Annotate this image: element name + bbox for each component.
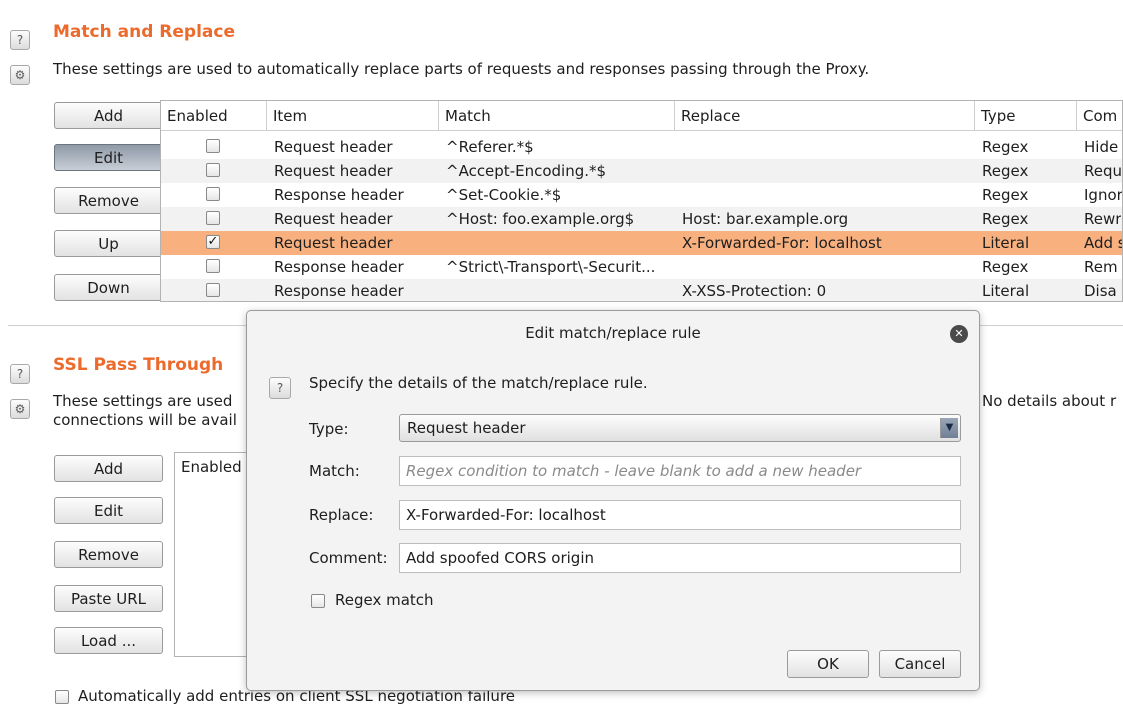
edit-rule-dialog[interactable]: Edit match/replace rule ✕ ? Specify the … [246, 310, 980, 691]
ok-button[interactable]: OK [787, 650, 869, 678]
row-item: Request header [274, 138, 393, 156]
table-row[interactable]: Request header ^Referer.*$ Regex Hide [161, 135, 1122, 159]
auto-add-checkbox[interactable] [55, 690, 69, 704]
dialog-instruction: Specify the details of the match/replace… [309, 374, 648, 392]
table-header: Enabled Item Match Replace Type Com [161, 101, 1122, 131]
rule-enabled-checkbox[interactable] [206, 259, 220, 273]
row-comment: Add s [1084, 234, 1123, 252]
row-match: ^Accept-Encoding.*$ [446, 162, 607, 180]
ssl-add-button[interactable]: Add [54, 455, 163, 482]
column-header-match[interactable]: Match [439, 101, 675, 131]
table-row[interactable]: Request header ^Accept-Encoding.*$ Regex… [161, 159, 1122, 183]
row-match: ^Strict\-Transport\-Securit... [446, 258, 656, 276]
row-item: Request header [274, 234, 393, 252]
ssl-description-line1: These settings are used [53, 392, 233, 410]
column-header-replace[interactable]: Replace [675, 101, 975, 131]
edit-rule-button[interactable]: Edit [54, 144, 163, 171]
rule-enabled-checkbox[interactable] [206, 187, 220, 201]
row-type: Regex [982, 138, 1029, 156]
comment-label: Comment: [309, 549, 388, 567]
help-icon[interactable]: ? [10, 30, 30, 50]
help-icon[interactable]: ? [10, 364, 30, 384]
dialog-title: Edit match/replace rule [525, 324, 701, 342]
column-header-enabled[interactable]: Enabled [161, 101, 267, 131]
row-type: Regex [982, 186, 1029, 204]
column-header-comment[interactable]: Com [1077, 101, 1122, 131]
chevron-down-icon[interactable]: ▼ [940, 418, 958, 438]
move-up-button[interactable]: Up [54, 230, 163, 257]
row-type: Literal [982, 234, 1030, 252]
gear-icon[interactable]: ⚙ [10, 399, 30, 419]
type-label: Type: [309, 420, 349, 438]
ssl-paste-url-button[interactable]: Paste URL [54, 585, 163, 612]
help-icon[interactable]: ? [269, 377, 291, 399]
rule-enabled-checkbox-checked[interactable]: ✓ [206, 235, 220, 249]
table-row[interactable]: Request header ^Host: foo.example.org$ H… [161, 207, 1122, 231]
row-type: Literal [982, 282, 1030, 300]
row-match: ^Set-Cookie.*$ [446, 186, 562, 204]
row-item: Response header [274, 258, 404, 276]
row-comment: Hide [1084, 138, 1119, 156]
rule-enabled-checkbox[interactable] [206, 211, 220, 225]
row-replace: Host: bar.example.org [682, 210, 849, 228]
match-label: Match: [309, 462, 360, 480]
row-type: Regex [982, 210, 1029, 228]
regex-match-label: Regex match [335, 591, 434, 609]
section-title-ssl-pass-through: SSL Pass Through [53, 355, 224, 375]
rule-enabled-checkbox[interactable] [206, 283, 220, 297]
move-down-button[interactable]: Down [54, 274, 163, 301]
cancel-button[interactable]: Cancel [879, 650, 961, 678]
row-item: Response header [274, 282, 404, 300]
ssl-description-line2: connections will be avail [53, 411, 237, 429]
ssl-edit-button[interactable]: Edit [54, 497, 163, 524]
ssl-load-button[interactable]: Load ... [54, 627, 163, 654]
replace-label: Replace: [309, 506, 374, 524]
row-match: ^Host: foo.example.org$ [446, 210, 635, 228]
row-comment: Rem [1084, 258, 1118, 276]
rule-enabled-checkbox[interactable] [206, 163, 220, 177]
column-header-type[interactable]: Type [975, 101, 1077, 131]
column-header-enabled[interactable]: Enabled [181, 458, 242, 476]
row-item: Request header [274, 210, 393, 228]
table-row[interactable]: Response header ^Set-Cookie.*$ Regex Ign… [161, 183, 1122, 207]
row-type: Regex [982, 162, 1029, 180]
replace-input[interactable]: X-Forwarded-For: localhost [399, 500, 961, 530]
row-replace: X-XSS-Protection: 0 [682, 282, 827, 300]
row-comment: Requ [1084, 162, 1123, 180]
row-type: Regex [982, 258, 1029, 276]
section-title-match-replace: Match and Replace [53, 22, 235, 42]
match-replace-table[interactable]: Enabled Item Match Replace Type Com Requ… [160, 100, 1123, 302]
table-row-selected[interactable]: ✓ Request header X-Forwarded-For: localh… [161, 231, 1122, 255]
rule-enabled-checkbox[interactable] [206, 139, 220, 153]
row-replace: X-Forwarded-For: localhost [682, 234, 882, 252]
match-input[interactable]: Regex condition to match - leave blank t… [399, 456, 961, 486]
ssl-remove-button[interactable]: Remove [54, 541, 163, 568]
match-replace-description: These settings are used to automatically… [53, 60, 870, 78]
type-select-value: Request header [407, 419, 526, 437]
row-comment: Disa [1084, 282, 1117, 300]
type-select[interactable]: Request header ▼ [399, 414, 961, 442]
table-row[interactable]: Response header ^Strict\-Transport\-Secu… [161, 255, 1122, 279]
add-rule-button[interactable]: Add [54, 102, 163, 129]
row-item: Request header [274, 162, 393, 180]
close-icon[interactable]: ✕ [950, 325, 968, 343]
row-comment: Rewr [1084, 210, 1122, 228]
row-match: ^Referer.*$ [446, 138, 534, 156]
regex-match-checkbox[interactable] [311, 594, 325, 608]
ssl-description-right: No details about r [982, 392, 1117, 410]
row-comment: Ignor [1084, 186, 1123, 204]
comment-input[interactable]: Add spoofed CORS origin [399, 543, 961, 573]
table-row[interactable]: Response header X-XSS-Protection: 0 Lite… [161, 279, 1122, 301]
remove-rule-button[interactable]: Remove [54, 187, 163, 214]
column-header-item[interactable]: Item [267, 101, 439, 131]
row-item: Response header [274, 186, 404, 204]
gear-icon[interactable]: ⚙ [10, 65, 30, 85]
